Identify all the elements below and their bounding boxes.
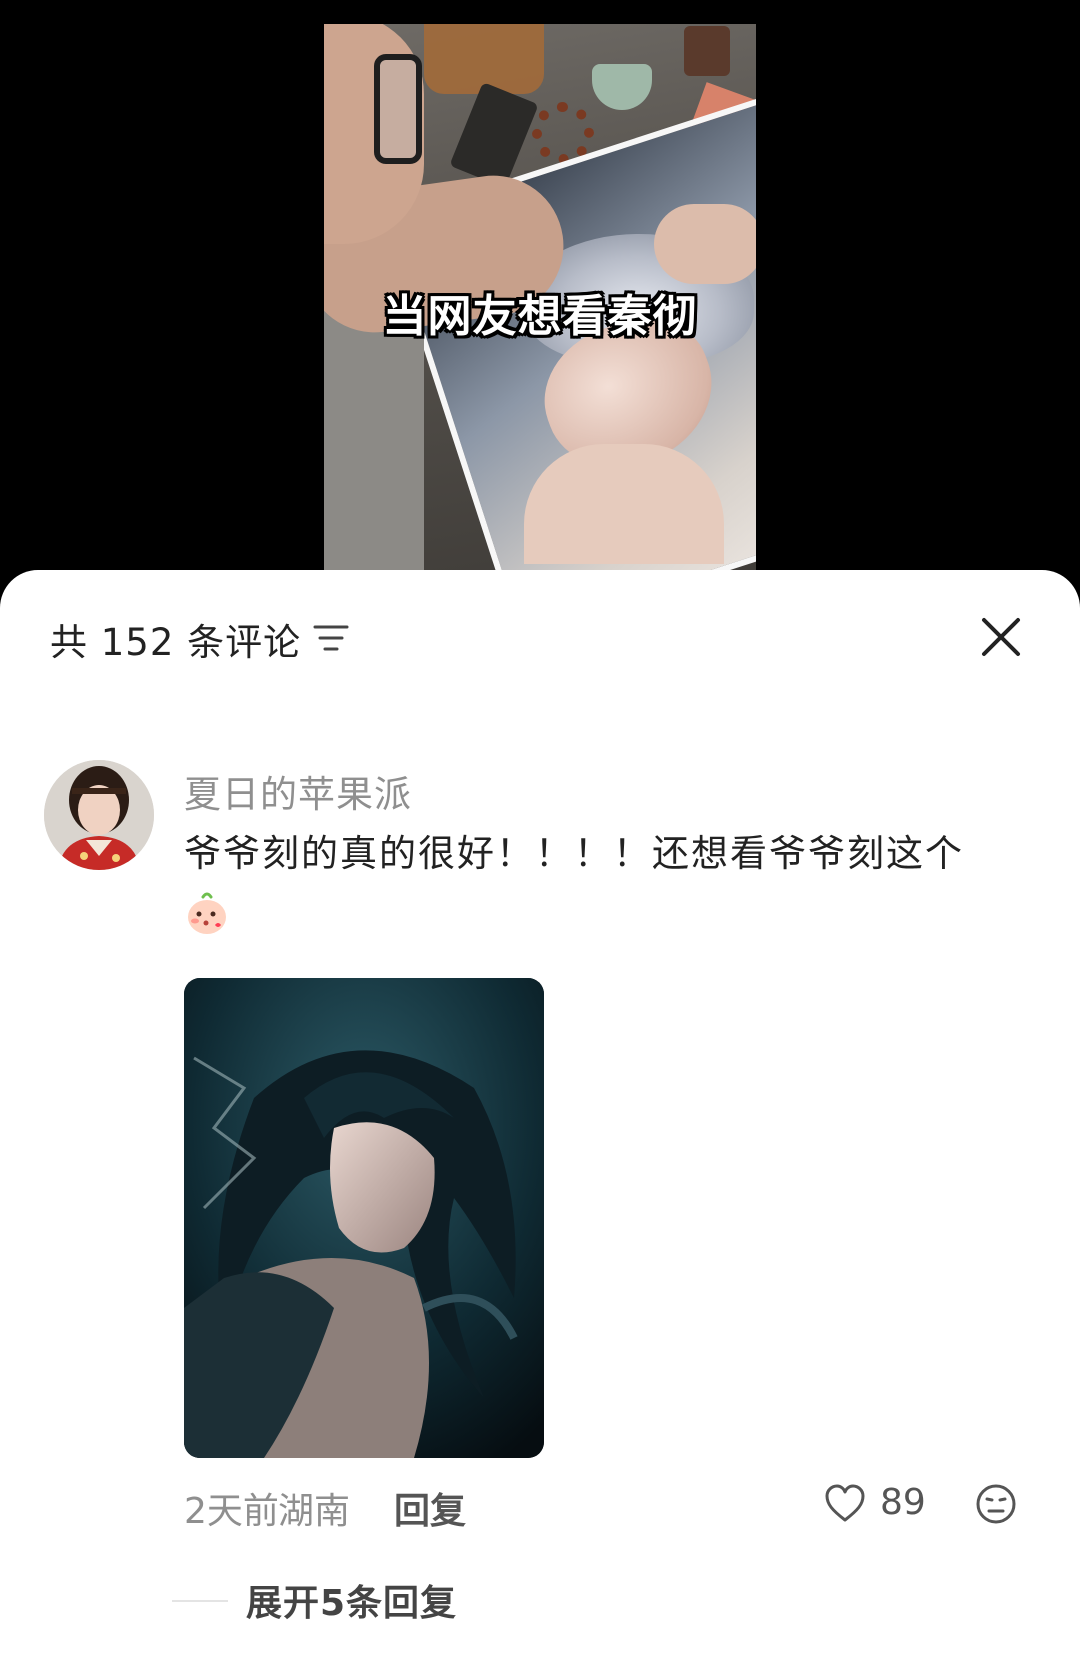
neutral-face-icon[interactable] xyxy=(974,1482,1018,1526)
comments-sheet: 共 152 条评论 夏日的苹果派 爷爷刻的真的很好！！！！还想看爷爷刻这个 2天… xyxy=(0,570,1080,1666)
expand-divider xyxy=(172,1600,228,1602)
video-caption: 当网友想看秦彻 xyxy=(382,291,698,342)
video-frame[interactable]: 当网友想看秦彻 xyxy=(324,24,756,570)
expand-replies-label: 展开5条回复 xyxy=(246,1583,458,1624)
comment-time: 2天前 xyxy=(184,1491,279,1532)
heart-outline-icon[interactable] xyxy=(824,1484,866,1524)
comment-count-title: 共 152 条评论 xyxy=(50,621,302,664)
comment-meta: 2天前 湖南 回复 89 xyxy=(184,1482,1044,1538)
blush-face-emoji xyxy=(188,892,226,934)
video-scene-hand xyxy=(654,204,756,284)
comment-body: 爷爷刻的真的很好！！！！还想看爷爷刻这个 xyxy=(184,824,1034,936)
comments-header: 共 152 条评论 xyxy=(0,570,1080,700)
video-scene-cup xyxy=(684,26,730,76)
video-player[interactable]: 当网友想看秦彻 xyxy=(0,0,1080,580)
comment-username[interactable]: 夏日的苹果派 xyxy=(184,764,412,818)
video-scene-hand xyxy=(524,444,724,564)
filter-lines-icon[interactable] xyxy=(312,622,350,654)
comment-text: 爷爷刻的真的很好！！！！还想看爷爷刻这个 xyxy=(184,832,964,875)
like-count: 89 xyxy=(880,1482,926,1523)
attached-illustration xyxy=(184,978,544,1458)
video-scene-glasses xyxy=(374,54,422,164)
reply-button[interactable]: 回复 xyxy=(394,1482,466,1534)
close-icon[interactable] xyxy=(978,614,1024,660)
comment-attached-image[interactable] xyxy=(184,978,544,1458)
avatar-image xyxy=(44,760,154,870)
avatar[interactable] xyxy=(44,760,154,870)
expand-replies-button[interactable]: 展开5条回复 xyxy=(0,1572,1080,1628)
comment-location: 湖南 xyxy=(278,1491,351,1532)
